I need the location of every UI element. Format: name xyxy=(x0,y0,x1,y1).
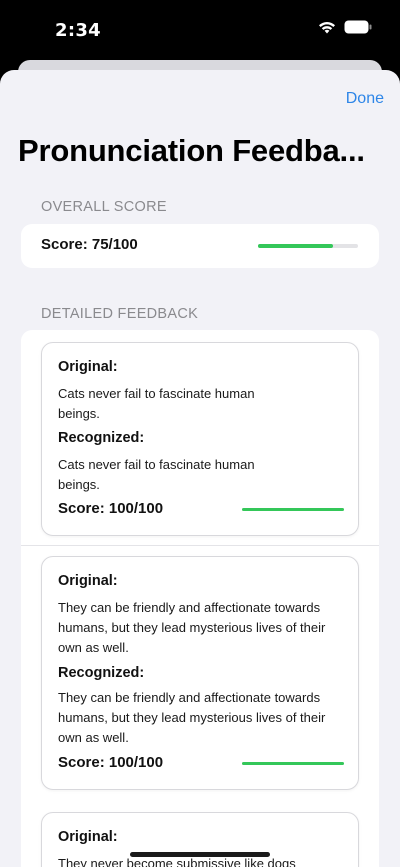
feedback-sheet: Done Pronunciation Feedba... OVERALL SCO… xyxy=(0,70,400,867)
detailed-feedback-header: DETAILED FEEDBACK xyxy=(41,306,199,322)
original-text: Cats never fail to fascinate human being… xyxy=(58,386,255,421)
overall-score-progress-fill xyxy=(258,244,333,248)
done-button[interactable]: Done xyxy=(346,90,384,108)
item-score-label: Score: 100/100 xyxy=(58,500,164,517)
status-bar: 2:34 xyxy=(0,0,400,58)
divider xyxy=(21,545,379,546)
recognized-label: Recognized: xyxy=(58,430,145,446)
item-score-label: Score: 100/100 xyxy=(58,754,164,771)
item-score-progress xyxy=(242,762,344,765)
status-time: 2:34 xyxy=(55,20,101,41)
overall-score-header: OVERALL SCORE xyxy=(41,199,167,215)
item-score-progress-fill xyxy=(242,762,344,765)
overall-score-card: Score: 75/100 xyxy=(21,224,379,268)
item-score-progress-fill xyxy=(242,508,344,511)
overall-score-progress xyxy=(258,244,358,248)
feedback-card: Original: They never become submissive l… xyxy=(41,812,359,867)
recognized-text: Cats never fail to fascinate human being… xyxy=(58,457,255,492)
original-text: They can be friendly and affectionate to… xyxy=(58,600,326,655)
feedback-card: Original: Cats never fail to fascinate h… xyxy=(41,342,359,536)
wifi-icon xyxy=(318,20,336,34)
home-indicator xyxy=(130,852,270,857)
feedback-list[interactable]: Original: Cats never fail to fascinate h… xyxy=(21,330,379,867)
feedback-card: Original: They can be friendly and affec… xyxy=(41,556,359,790)
original-label: Original: xyxy=(58,359,118,375)
original-label: Original: xyxy=(58,829,118,845)
battery-icon xyxy=(344,20,372,34)
item-score-progress xyxy=(242,508,344,511)
page-title: Pronunciation Feedba... xyxy=(18,133,365,168)
original-label: Original: xyxy=(58,573,118,589)
recognized-label: Recognized: xyxy=(58,665,145,681)
status-icons xyxy=(318,20,372,34)
recognized-text: They can be friendly and affectionate to… xyxy=(58,690,326,745)
overall-score-label: Score: 75/100 xyxy=(41,236,138,253)
